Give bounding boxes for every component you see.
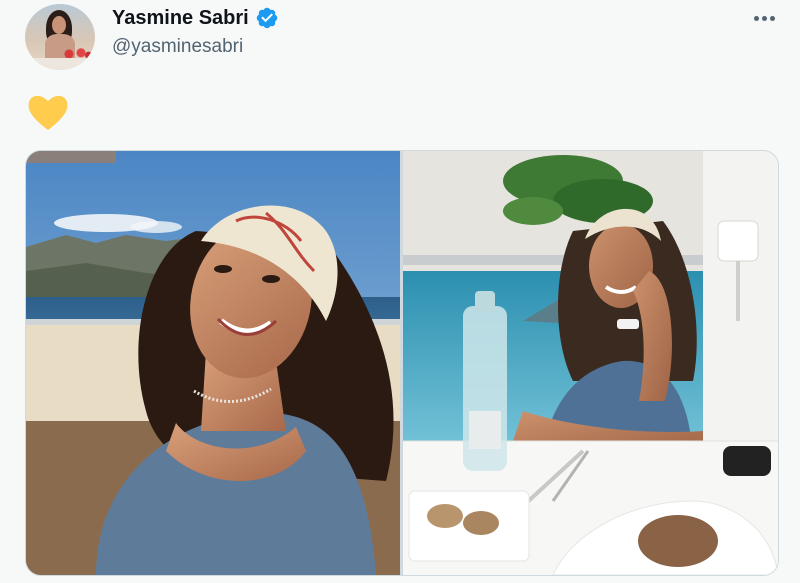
author-handle[interactable]: @yasminesabri bbox=[112, 36, 243, 58]
photo-yacht-selfie[interactable] bbox=[26, 151, 400, 575]
more-dot bbox=[761, 15, 767, 21]
photo-seaside-table[interactable] bbox=[403, 151, 778, 575]
author-display-name[interactable]: Yasmine Sabri bbox=[112, 7, 249, 30]
more-dot bbox=[769, 15, 775, 21]
author-name-row: Yasmine Sabri bbox=[112, 6, 279, 30]
verified-badge-icon[interactable] bbox=[255, 6, 279, 30]
more-dot bbox=[753, 15, 759, 21]
more-options-icon[interactable] bbox=[748, 4, 780, 32]
author-avatar[interactable] bbox=[25, 4, 95, 70]
yellow-heart-emoji bbox=[28, 95, 68, 130]
media-grid bbox=[25, 150, 779, 576]
avatar-ground bbox=[25, 58, 95, 70]
avatar-face bbox=[52, 16, 66, 34]
tweet-text bbox=[26, 92, 70, 132]
